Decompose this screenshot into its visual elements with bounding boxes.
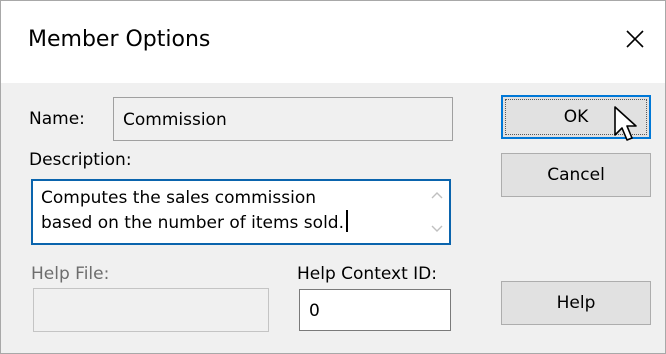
member-options-dialog: Member Options Name: Commission Descript… bbox=[0, 0, 666, 354]
help-context-id-label: Help Context ID: bbox=[297, 264, 437, 284]
description-scrollbar[interactable] bbox=[427, 183, 447, 241]
cancel-button-label: Cancel bbox=[547, 165, 605, 185]
text-caret bbox=[346, 210, 348, 232]
close-icon bbox=[626, 30, 644, 48]
close-button[interactable] bbox=[619, 23, 651, 55]
name-field[interactable]: Commission bbox=[113, 97, 453, 141]
help-file-field[interactable] bbox=[33, 288, 269, 332]
help-context-id-field[interactable]: 0 bbox=[299, 289, 451, 331]
description-textarea[interactable]: Computes the sales commission based on t… bbox=[31, 179, 451, 245]
description-label: Description: bbox=[29, 150, 132, 170]
ok-button-label: OK bbox=[563, 107, 589, 127]
cancel-button[interactable]: Cancel bbox=[501, 153, 651, 197]
description-text: Computes the sales commission based on t… bbox=[41, 188, 344, 233]
dialog-title: Member Options bbox=[28, 27, 211, 52]
mouse-pointer-icon bbox=[614, 106, 637, 141]
help-file-label: Help File: bbox=[31, 264, 110, 284]
title-bar: Member Options bbox=[1, 1, 665, 83]
scroll-down-arrow-icon[interactable] bbox=[430, 223, 444, 235]
scroll-up-arrow-icon[interactable] bbox=[430, 189, 444, 201]
name-label: Name: bbox=[29, 109, 85, 129]
help-button-label: Help bbox=[556, 293, 596, 313]
help-button[interactable]: Help bbox=[501, 281, 651, 325]
